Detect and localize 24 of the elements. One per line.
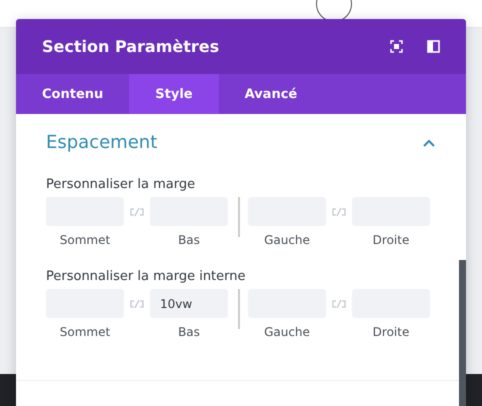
tab[interactable]: Contenu xyxy=(16,74,130,114)
section-title[interactable]: Espacement xyxy=(46,132,158,153)
sidebar-icon[interactable] xyxy=(427,40,440,53)
link-icon[interactable] xyxy=(331,298,347,310)
scrollbar[interactable] xyxy=(459,260,466,406)
field-label: Personnaliser la marge xyxy=(46,177,196,192)
chevron-icon[interactable] xyxy=(422,138,436,148)
input-field[interactable]: 10vw xyxy=(150,289,228,318)
modal-title: Section Paramètres xyxy=(42,37,220,56)
input-label: Sommet xyxy=(60,325,110,339)
tab[interactable]: Avancé xyxy=(218,74,324,114)
fullscreen-icon[interactable] xyxy=(390,40,403,53)
input-label: Droite xyxy=(372,325,410,339)
link-icon[interactable] xyxy=(129,298,145,310)
input-label: Bas xyxy=(178,233,200,247)
link-icon[interactable] xyxy=(331,206,347,218)
input-label: Bas xyxy=(178,325,200,339)
input-label: Gauche xyxy=(264,325,310,339)
tab[interactable]: Style xyxy=(129,74,219,114)
input-label: Droite xyxy=(372,233,410,247)
input-label: Gauche xyxy=(264,233,310,247)
field-label: Personnaliser la marge interne xyxy=(46,269,247,284)
input-label: Sommet xyxy=(60,233,110,247)
link-icon[interactable] xyxy=(129,206,145,218)
